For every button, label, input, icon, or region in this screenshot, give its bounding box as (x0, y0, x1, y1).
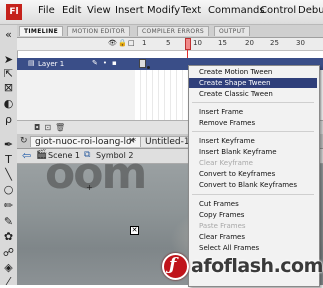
dropdown-icon[interactable]: ↻ (20, 136, 28, 146)
pencil-tool-icon[interactable]: ✏ (2, 199, 15, 212)
tab-output[interactable]: OUTPUT (214, 26, 251, 36)
menu-create-classic-tween[interactable]: Create Classic Tween (189, 89, 317, 99)
close-icon[interactable]: × (128, 136, 136, 146)
frame-number: 15 (218, 39, 227, 47)
tools-panel: « ➤ ⇱ ⊠ ◐ ρ ✒ T ╲ ○ ✏ ✎ ✿ ☍ ◈ ⁄ (0, 25, 18, 288)
flash-logo: Fl (6, 4, 22, 20)
menubar: Fl File Edit View Insert Modify Text Com… (0, 0, 323, 25)
menu-create-shape-tween[interactable]: Create Shape Tween (189, 78, 317, 88)
frame-number: 20 (245, 39, 254, 47)
timeline-header: 👁 🔒 □ 1 5 10 15 20 25 30 (17, 38, 323, 51)
layers-empty-area (17, 70, 135, 120)
menu-debug[interactable]: Debug (298, 5, 323, 16)
menu-text[interactable]: Text (181, 5, 201, 16)
layer-icon: ▤ (28, 59, 35, 67)
layer-controls[interactable]: ◘⊡🗑 (34, 123, 69, 132)
pen-tool-icon[interactable]: ✒ (2, 138, 15, 151)
layer-name[interactable]: Layer 1 (38, 60, 64, 68)
outline-icon[interactable]: □ (128, 39, 135, 47)
menu-select-all-frames[interactable]: Select All Frames (189, 243, 317, 253)
stage-background-text: oom (45, 148, 147, 199)
text-tool-icon[interactable]: T (2, 153, 15, 166)
brush-tool-icon[interactable]: ✎ (2, 215, 15, 228)
menu-separator (192, 131, 314, 132)
frame-number: 1 (142, 39, 147, 47)
menu-paste-frames: Paste Frames (199, 222, 246, 230)
menu-commands[interactable]: Commands (208, 5, 265, 16)
lasso-tool-icon[interactable]: ρ (2, 113, 15, 126)
keyframe-cell[interactable] (139, 59, 146, 68)
collapse-icon[interactable]: « (2, 28, 15, 41)
watermark-text: afoflash.com (191, 255, 323, 277)
bone-tool-icon[interactable]: ☍ (2, 246, 15, 259)
watermark-logo-icon: ƒ (162, 253, 189, 280)
layer-visibility-controls[interactable]: ✎•▪ (92, 59, 122, 67)
tab-compiler-errors[interactable]: COMPILER ERRORS (137, 26, 210, 36)
line-tool-icon[interactable]: ╲ (2, 168, 15, 181)
menu-insert[interactable]: Insert (115, 5, 144, 16)
document-tab[interactable]: giot-nuoc-roi-loang-lo* (30, 136, 142, 147)
menu-modify[interactable]: Modify (147, 5, 180, 16)
free-transform-tool-icon[interactable]: ⊠ (2, 81, 15, 94)
subselection-tool-icon[interactable]: ⇱ (2, 67, 15, 80)
3d-rotation-tool-icon[interactable]: ◐ (2, 97, 15, 110)
menu-insert-frame[interactable]: Insert Frame (189, 107, 317, 117)
menu-remove-frames[interactable]: Remove Frames (189, 118, 317, 128)
menu-convert-to-blank-keyframes[interactable]: Convert to Blank Keyframes (189, 180, 317, 190)
registration-point[interactable]: ✕ (130, 226, 139, 235)
menu-separator (192, 102, 314, 103)
menu-clear-keyframe: Clear Keyframe (199, 159, 253, 167)
menu-separator (192, 194, 314, 195)
oval-tool-icon[interactable]: ○ (2, 183, 15, 196)
paint-bucket-tool-icon[interactable]: ◈ (2, 261, 15, 274)
eyedropper-tool-icon[interactable]: ⁄ (2, 275, 15, 288)
back-arrow-icon[interactable]: ⇦ (22, 149, 31, 162)
menu-control[interactable]: Control (260, 5, 296, 16)
frame-number: 25 (270, 39, 279, 47)
frame-number: 10 (193, 39, 202, 47)
timeline-tabbar: TIMELINE MOTION EDITOR COMPILER ERRORS O… (17, 25, 323, 38)
eye-icon[interactable]: 👁 (108, 39, 117, 47)
frame-number: 30 (296, 39, 305, 47)
crosshair-icon: + (86, 183, 93, 192)
tab-timeline[interactable]: TIMELINE (19, 26, 63, 36)
menu-convert-to-keyframes[interactable]: Convert to Keyframes (189, 169, 317, 179)
menu-file[interactable]: File (38, 5, 55, 16)
playhead[interactable] (185, 38, 191, 50)
frame-number: 5 (166, 39, 171, 47)
menu-clear-frames[interactable]: Clear Frames (189, 232, 317, 242)
menu-cut-frames[interactable]: Cut Frames (189, 199, 317, 209)
selection-tool-icon[interactable]: ➤ (2, 53, 15, 66)
menu-copy-frames[interactable]: Copy Frames (189, 210, 317, 220)
keyframe-dot (147, 66, 150, 69)
menu-create-motion-tween[interactable]: Create Motion Tween (189, 67, 317, 77)
menu-insert-keyframe[interactable]: Insert Keyframe (189, 136, 317, 146)
menu-edit[interactable]: Edit (62, 5, 81, 16)
lock-icon[interactable]: 🔒 (118, 39, 127, 47)
menu-view[interactable]: View (87, 5, 111, 16)
deco-tool-icon[interactable]: ✿ (2, 230, 15, 243)
tab-motion-editor[interactable]: MOTION EDITOR (67, 26, 131, 36)
menu-insert-blank-keyframe[interactable]: Insert Blank Keyframe (189, 147, 317, 157)
